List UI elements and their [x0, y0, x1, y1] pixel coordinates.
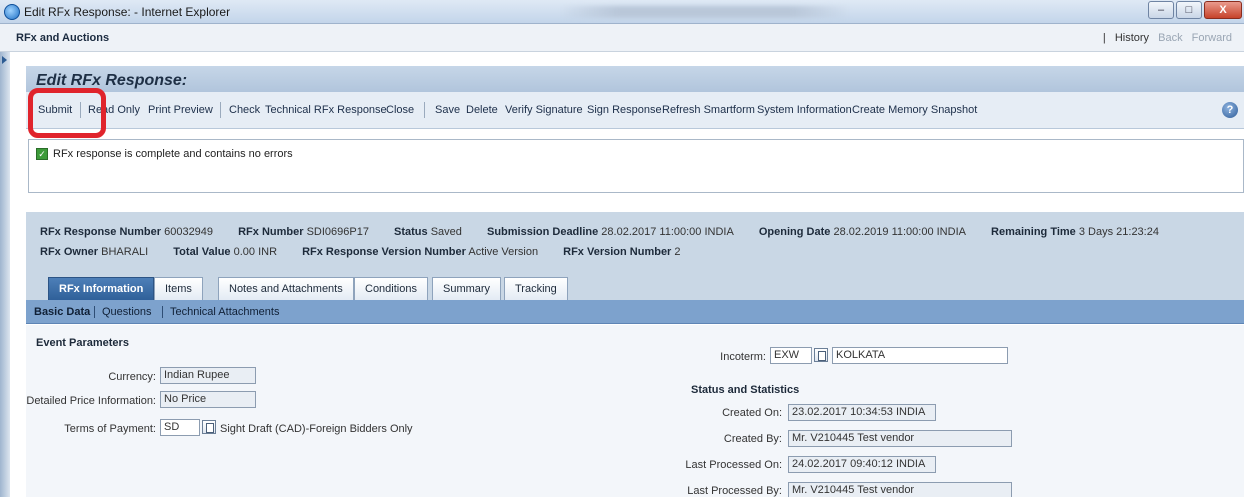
response-version-label: RFx Response Version Number — [302, 246, 466, 258]
status-statistics-heading: Status and Statistics — [691, 384, 800, 396]
check-button[interactable]: Check — [229, 104, 260, 116]
page-header: Edit RFx Response: — [26, 66, 1244, 92]
success-check-icon: ✓ — [36, 148, 48, 160]
subtab-technical-attachments[interactable]: Technical Attachments — [170, 306, 279, 318]
total-value-value: 0.00 INR — [233, 246, 278, 258]
save-button[interactable]: Save — [435, 104, 460, 116]
remaining-time-value: 3 Days 21:23:24 — [1078, 226, 1159, 238]
opening-date-label: Opening Date — [758, 226, 831, 238]
created-by-label: Created By: — [723, 433, 782, 445]
submit-highlight-box — [28, 88, 106, 138]
tab-summary[interactable]: Summary — [432, 277, 502, 300]
nav-divider: | — [1102, 32, 1106, 44]
tab-rfx-information[interactable]: RFx Information — [48, 277, 155, 300]
response-version-value: Active Version — [468, 246, 539, 258]
help-icon[interactable]: ? — [1222, 102, 1238, 118]
refresh-smartform-button[interactable]: Refresh Smartform — [662, 104, 755, 116]
status-label: Status — [394, 226, 428, 238]
response-number-value: 60032949 — [164, 226, 214, 238]
currency-label: Currency: — [108, 371, 156, 383]
message-area: ✓ RFx response is complete and contains … — [28, 139, 1244, 193]
forward-link[interactable]: Forward — [1192, 32, 1232, 44]
tab-tracking[interactable]: Tracking — [504, 277, 568, 300]
value-help-icon[interactable] — [202, 420, 216, 434]
subtab-questions[interactable]: Questions — [102, 306, 152, 318]
history-navigation: | History Back Forward — [1097, 32, 1232, 44]
rfx-header-info: RFx Response Number 60032949 RFx Number … — [26, 212, 1244, 267]
submission-deadline-label: Submission Deadline — [486, 226, 599, 238]
terms-of-payment-description: Sight Draft (CAD)-Foreign Bidders Only — [220, 423, 413, 435]
rfx-version-value: 2 — [674, 246, 681, 258]
internet-explorer-icon — [4, 4, 20, 20]
basic-data-content: Event Parameters Currency: Indian Rupee … — [26, 325, 1244, 497]
sign-response-button[interactable]: Sign Response — [587, 104, 662, 116]
window-title-bar: Edit RFx Response: - Internet Explorer –… — [0, 0, 1244, 24]
system-information-button[interactable]: System Information — [757, 104, 852, 116]
last-processed-by-label: Last Processed By: — [687, 485, 782, 497]
subtab-separator — [162, 306, 163, 318]
info-row-2: RFx Owner BHARALI Total Value 0.00 INR R… — [40, 246, 703, 258]
rfx-number-value: SDI0696P17 — [306, 226, 369, 238]
event-parameters-heading: Event Parameters — [36, 337, 129, 349]
value-help-icon[interactable] — [814, 348, 828, 362]
created-by-field[interactable]: Mr. V210445 Test vendor — [788, 430, 1012, 447]
rfx-owner-label: RFx Owner — [40, 246, 99, 258]
create-memory-snapshot-button[interactable]: Create Memory Snapshot — [852, 104, 977, 116]
rfx-owner-value: BHARALI — [101, 246, 149, 258]
blurred-taskbar-text — [560, 6, 850, 18]
subtab-separator — [94, 306, 95, 318]
toolbar-separator — [424, 102, 425, 118]
tab-items[interactable]: Items — [154, 277, 203, 300]
terms-of-payment-field[interactable]: SD — [160, 419, 200, 436]
subtab-basic-data[interactable]: Basic Data — [34, 306, 90, 318]
rfx-version-label: RFx Version Number — [563, 246, 672, 258]
close-button[interactable]: Close — [386, 104, 414, 116]
last-processed-by-field[interactable]: Mr. V210445 Test vendor — [788, 482, 1012, 497]
technical-rfx-response-button[interactable]: Technical RFx Response — [265, 104, 387, 116]
detailed-price-field[interactable]: No Price — [160, 391, 256, 408]
maximize-button[interactable]: □ — [1176, 1, 1202, 19]
incoterm-location-field[interactable]: KOLKATA — [832, 347, 1008, 364]
currency-field[interactable]: Indian Rupee — [160, 367, 256, 384]
minimize-button[interactable]: – — [1148, 1, 1174, 19]
terms-of-payment-label: Terms of Payment: — [64, 423, 156, 435]
status-message: RFx response is complete and contains no… — [53, 148, 293, 160]
last-processed-on-field[interactable]: 24.02.2017 09:40:12 INDIA — [788, 456, 936, 473]
print-preview-button[interactable]: Print Preview — [148, 104, 213, 116]
incoterm-code-field[interactable]: EXW — [770, 347, 812, 364]
remaining-time-label: Remaining Time — [991, 226, 1076, 238]
toolbar: Submit Read Only Print Preview Check Tec… — [26, 92, 1244, 129]
history-link[interactable]: History — [1115, 32, 1149, 44]
total-value-label: Total Value — [173, 246, 231, 258]
response-number-label: RFx Response Number — [40, 226, 162, 238]
back-link[interactable]: Back — [1158, 32, 1182, 44]
tab-notes-and-attachments[interactable]: Notes and Attachments — [218, 277, 354, 300]
sub-tab-strip: Basic Data Questions Technical Attachmen… — [26, 300, 1244, 324]
verify-signature-button[interactable]: Verify Signature — [505, 104, 583, 116]
tab-conditions[interactable]: Conditions — [354, 277, 428, 300]
navigation-panel-strip[interactable] — [0, 52, 10, 497]
rfx-number-label: RFx Number — [238, 226, 304, 238]
expand-arrow-icon[interactable] — [2, 56, 7, 64]
app-header: RFx and Auctions | History Back Forward — [0, 24, 1244, 52]
status-value: Saved — [430, 226, 462, 238]
created-on-field[interactable]: 23.02.2017 10:34:53 INDIA — [788, 404, 936, 421]
created-on-label: Created On: — [722, 407, 782, 419]
opening-date-value: 28.02.2019 11:00:00 INDIA — [833, 226, 966, 238]
submission-deadline-value: 28.02.2017 11:00:00 INDIA — [601, 226, 734, 238]
toolbar-separator — [220, 102, 221, 118]
incoterm-label: Incoterm: — [720, 351, 766, 363]
info-row-1: RFx Response Number 60032949 RFx Number … — [40, 226, 1181, 238]
window-title: Edit RFx Response: - Internet Explorer — [24, 5, 231, 19]
delete-button[interactable]: Delete — [466, 104, 498, 116]
tab-strip: RFx Information Items Notes and Attachme… — [26, 267, 1244, 300]
close-window-button[interactable]: X — [1204, 1, 1242, 19]
last-processed-on-label: Last Processed On: — [685, 459, 782, 471]
detailed-price-label: Detailed Price Information: — [26, 395, 156, 407]
app-title: RFx and Auctions — [16, 32, 110, 44]
